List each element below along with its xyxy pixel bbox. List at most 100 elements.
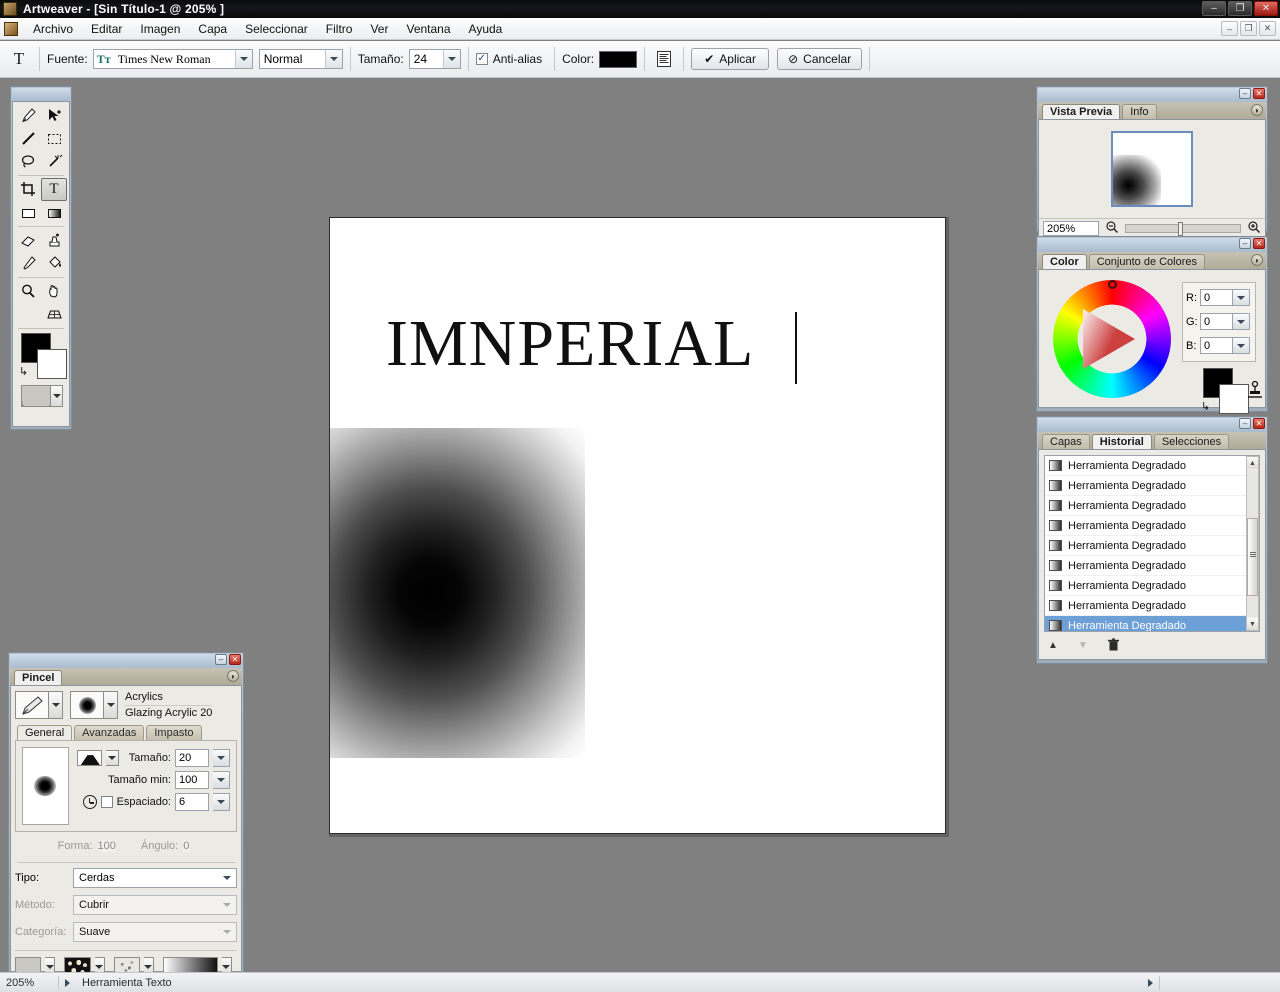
brush-type-select[interactable]: Cerdas: [73, 868, 237, 888]
status-tool-expand[interactable]: [59, 973, 76, 992]
spacing-checkbox[interactable]: [100, 796, 113, 808]
chevron-down-icon[interactable]: [234, 50, 252, 68]
swap-colors-icon[interactable]: ↳: [19, 365, 28, 378]
trash-icon[interactable]: [1105, 637, 1121, 653]
gradient-tool[interactable]: [41, 201, 67, 224]
text-align-icon[interactable]: [652, 47, 676, 71]
chevron-down-icon[interactable]: [1233, 289, 1250, 306]
zoom-out-icon[interactable]: [1105, 220, 1119, 237]
list-item[interactable]: Herramienta Degradado: [1045, 496, 1259, 516]
document-restore-button[interactable]: ❐: [1240, 21, 1257, 36]
preview-thumbnail-area[interactable]: [1039, 120, 1265, 218]
chevron-down-icon[interactable]: [49, 691, 63, 719]
preview-thumbnail[interactable]: [1111, 131, 1193, 207]
size-curve-icon[interactable]: [76, 750, 102, 766]
tab-capas[interactable]: Capas: [1042, 434, 1090, 449]
panel-menu-icon[interactable]: ◗: [1251, 254, 1263, 266]
tab-general[interactable]: General: [17, 725, 73, 740]
hue-selector-handle[interactable]: [1108, 280, 1117, 289]
panel-menu-icon[interactable]: ◗: [227, 670, 239, 682]
antialias-checkbox[interactable]: ✓ Anti-alias: [475, 52, 547, 66]
image-canvas[interactable]: IMNPERIAL: [329, 217, 946, 834]
document-close-button[interactable]: ✕: [1259, 21, 1276, 36]
chevron-down-icon[interactable]: [1233, 313, 1250, 330]
minimize-button[interactable]: –: [1202, 1, 1226, 16]
color-panel-title-bar[interactable]: – ✕: [1038, 238, 1266, 252]
panel-menu-icon[interactable]: ◗: [1251, 104, 1263, 116]
texture-selector[interactable]: [21, 385, 63, 407]
channel-value-r[interactable]: 0: [1200, 289, 1233, 306]
menu-item-imagen[interactable]: Imagen: [131, 20, 189, 38]
status-zoom[interactable]: 205%: [0, 973, 58, 992]
close-button[interactable]: ✕: [1254, 1, 1278, 16]
font-family-combo[interactable]: Tт Times New Roman: [92, 49, 253, 69]
text-tool[interactable]: T: [41, 178, 67, 201]
background-color-swatch[interactable]: [1219, 384, 1249, 414]
lasso-tool[interactable]: [15, 150, 41, 173]
paint-bucket-tool[interactable]: [41, 252, 67, 275]
background-color-swatch[interactable]: [37, 349, 67, 379]
chevron-down-icon[interactable]: [104, 691, 118, 719]
channel-value-g[interactable]: 0: [1200, 313, 1233, 330]
magic-wand-tool[interactable]: [41, 150, 67, 173]
texture-swatch-icon[interactable]: [21, 385, 52, 407]
list-item[interactable]: Herramienta Degradado: [1045, 476, 1259, 496]
line-tool[interactable]: [15, 127, 41, 150]
chevron-down-icon[interactable]: [105, 750, 119, 766]
panel-close-button[interactable]: ✕: [1253, 418, 1265, 429]
hand-tool[interactable]: [41, 280, 67, 303]
move-tool[interactable]: [41, 104, 67, 127]
list-item[interactable]: Herramienta Degradado: [1045, 596, 1259, 616]
font-style-combo[interactable]: Normal: [258, 49, 343, 69]
swap-colors-icon[interactable]: ↳: [1201, 400, 1210, 413]
chevron-down-icon[interactable]: [213, 793, 230, 811]
tab-pincel[interactable]: Pincel: [14, 670, 63, 685]
list-item[interactable]: Herramienta Degradado: [1045, 516, 1259, 536]
brush-tool[interactable]: [15, 104, 41, 127]
history-list[interactable]: Herramienta Degradado Herramienta Degrad…: [1044, 455, 1260, 632]
crop-tool[interactable]: [15, 178, 41, 201]
brush-size-value[interactable]: 20: [175, 749, 209, 767]
preview-panel-title-bar[interactable]: – ✕: [1038, 88, 1266, 102]
menu-item-ayuda[interactable]: Ayuda: [460, 20, 512, 38]
perspective-tool[interactable]: [41, 303, 67, 326]
panel-minimize-button[interactable]: –: [1239, 418, 1251, 429]
panel-close-button[interactable]: ✕: [1253, 88, 1265, 99]
zoom-slider[interactable]: [1125, 222, 1241, 236]
apply-button[interactable]: ✔ Aplicar: [691, 48, 770, 70]
list-item[interactable]: Herramienta Degradado: [1045, 576, 1259, 596]
tab-conjunto-de-colores[interactable]: Conjunto de Colores: [1088, 254, 1206, 269]
zoom-value-field[interactable]: 205%: [1043, 221, 1099, 236]
panel-minimize-button[interactable]: –: [1239, 88, 1251, 99]
tab-vista-previa[interactable]: Vista Previa: [1042, 104, 1121, 119]
list-item[interactable]: Herramienta Degradado: [1045, 456, 1259, 476]
zoom-slider-thumb[interactable]: [1178, 222, 1184, 236]
panel-minimize-button[interactable]: –: [215, 654, 227, 665]
brush-tip-swatch[interactable]: [70, 691, 104, 719]
tab-impasto[interactable]: Impasto: [146, 725, 202, 740]
history-panel-title-bar[interactable]: – ✕: [1038, 418, 1266, 432]
status-expand-right[interactable]: [1142, 973, 1159, 992]
zoom-in-icon[interactable]: [1247, 220, 1261, 237]
menu-item-filtro[interactable]: Filtro: [317, 20, 362, 38]
chevron-down-icon[interactable]: [213, 749, 230, 767]
document-icon[interactable]: [4, 21, 18, 36]
scroll-up-button[interactable]: ▲: [1247, 457, 1258, 469]
tab-avanzadas[interactable]: Avanzadas: [74, 725, 145, 740]
scrollbar-track[interactable]: [1247, 470, 1258, 617]
list-item-selected[interactable]: Herramienta Degradado: [1045, 616, 1259, 631]
brush-min-size-value[interactable]: 100: [175, 771, 209, 789]
rect-select-tool[interactable]: [41, 127, 67, 150]
timing-clock-icon[interactable]: [82, 795, 97, 809]
document-minimize-button[interactable]: –: [1221, 21, 1238, 36]
panel-minimize-button[interactable]: –: [1239, 238, 1251, 249]
chevron-down-icon[interactable]: [1233, 337, 1250, 354]
scroll-down-button[interactable]: ▼: [1247, 618, 1258, 630]
panel-close-button[interactable]: ✕: [229, 654, 241, 665]
tab-selecciones[interactable]: Selecciones: [1153, 434, 1230, 449]
chevron-down-icon[interactable]: [51, 385, 63, 407]
chevron-down-icon[interactable]: [213, 771, 230, 789]
menu-item-ventana[interactable]: Ventana: [397, 20, 459, 38]
chevron-down-icon[interactable]: [442, 50, 460, 68]
tab-color[interactable]: Color: [1042, 254, 1087, 269]
